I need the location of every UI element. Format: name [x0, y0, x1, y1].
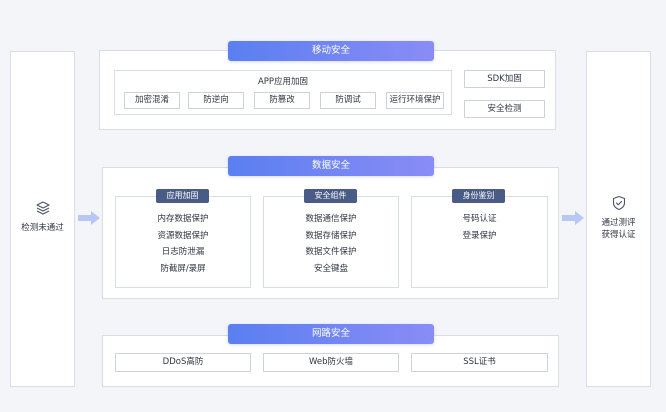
- tag-ddos-protection: DDoS高防: [115, 353, 251, 372]
- right-panel-label-line-2: 获得认证: [601, 230, 636, 240]
- mobile-security-section: APP应用加固 加密混淆 防逆向 防篡改 防调试 运行环境保护 SDK加固 安全…: [99, 50, 556, 130]
- group-security-components-items: 数据通信保护 数据存储保护 数据文件保护 安全键盘: [263, 211, 399, 277]
- group-security-components-title: 安全组件: [304, 189, 357, 203]
- list-item: 安全键盘: [313, 263, 348, 274]
- list-item: 内存数据保护: [157, 214, 209, 224]
- list-item: 资源数据保护: [157, 230, 209, 241]
- left-panel-failed: 检测未通过: [10, 51, 75, 387]
- group-identity-auth-title: 身份鉴别: [452, 189, 505, 203]
- layers-icon: [35, 201, 50, 215]
- list-item: 数据存储保护: [305, 230, 357, 241]
- list-item: 数据文件保护: [305, 247, 357, 257]
- right-panel-passed: 通过测评 获得认证: [586, 51, 651, 387]
- network-security-title: 网路安全: [228, 324, 434, 344]
- tag-runtime-protection: 运行环境保护: [386, 92, 444, 109]
- tag-sdk-hardening: SDK加固: [464, 70, 545, 88]
- tag-web-firewall: Web防火墙: [263, 353, 399, 372]
- list-item: 数据通信保护: [305, 214, 357, 224]
- list-item: 登录保护: [462, 230, 497, 241]
- list-item: 号码认证: [462, 214, 497, 224]
- tag-anti-debug: 防调试: [320, 92, 376, 109]
- tag-anti-tamper: 防篡改: [254, 92, 310, 109]
- right-panel-label-line-1: 通过测评: [601, 218, 636, 228]
- tag-encryption-obfuscation: 加密混淆: [124, 92, 180, 109]
- arrow-right-icon: [78, 211, 100, 225]
- group-app-hardening-title: 应用加固: [156, 189, 209, 203]
- arrow-right-icon: [562, 211, 584, 225]
- list-item: 防截屏/录屏: [160, 263, 206, 274]
- tag-anti-reverse: 防逆向: [188, 92, 244, 109]
- data-security-title: 数据安全: [228, 156, 434, 176]
- data-security-section: 内存数据保护 资源数据保护 日志防泄漏 防截屏/录屏 数据通信保护 数据存储保护…: [102, 167, 559, 299]
- group-app-hardening-items: 内存数据保护 资源数据保护 日志防泄漏 防截屏/录屏: [115, 211, 251, 277]
- mobile-security-title: 移动安全: [228, 41, 434, 61]
- list-item: 日志防泄漏: [161, 247, 205, 257]
- shield-check-icon: [612, 195, 625, 211]
- tag-ssl-certificate: SSL证书: [411, 353, 548, 372]
- app-hardening-title: APP应用加固: [257, 77, 309, 87]
- tag-security-testing: 安全检测: [464, 100, 545, 118]
- left-panel-label: 检测未通过: [21, 223, 64, 233]
- group-identity-auth-items: 号码认证 登录保护: [411, 211, 548, 244]
